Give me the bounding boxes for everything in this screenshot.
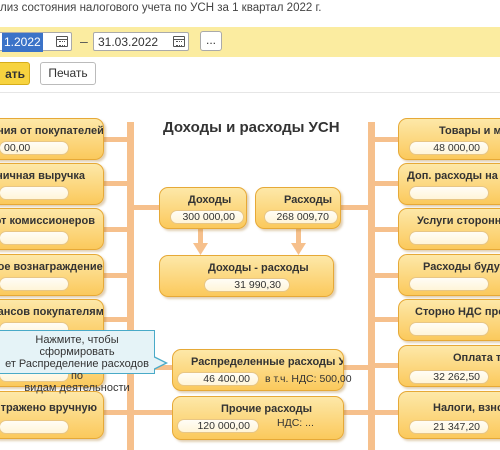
card-label: Распределенные расходы УСН [191, 356, 343, 368]
card-deferred-expenses[interactable]: Расходы будущих [398, 254, 500, 296]
card-label: вансов покупателям [0, 306, 103, 318]
connector [344, 365, 368, 370]
distribution-tooltip: Нажмите, чтобы сформировать ет Распредел… [0, 330, 155, 394]
card-third-party-services[interactable]: Услуги сторонних орг [398, 208, 500, 250]
card-value[interactable] [409, 231, 489, 245]
connector [104, 317, 128, 322]
card-receipts-from-buyers[interactable]: ения от покупателей 00,00 [0, 118, 104, 160]
arrow-down-icon [193, 243, 208, 255]
card-label: Прочие расходы [221, 403, 312, 415]
card-label: Доходы [188, 194, 232, 206]
card-other-expenses[interactable]: Прочие расходы 120 000,00 НДС: ... [172, 396, 344, 440]
card-goods-materials[interactable]: Товары и матер 48 000,00 [398, 118, 500, 160]
card-label: Расходы [284, 194, 333, 206]
connector [104, 137, 128, 142]
card-value[interactable]: 300 000,00 [170, 210, 244, 224]
card-value[interactable]: 21 347,20 [409, 420, 489, 434]
connector [375, 181, 399, 186]
connector [104, 227, 128, 232]
connector [134, 205, 160, 210]
period-end-field[interactable]: 31.03.2022 [93, 32, 189, 51]
card-value[interactable]: 32 262,50 [409, 370, 489, 384]
period-separator: – [80, 33, 88, 49]
card-value[interactable] [0, 277, 69, 291]
card-label: Товары и матер [439, 125, 500, 137]
connector [296, 228, 301, 244]
card-label: Доходы - расходы [208, 262, 309, 274]
card-agent-fee[interactable]: ное вознаграждение [0, 254, 104, 296]
connector [375, 137, 399, 142]
divider [0, 92, 500, 93]
report-subtitle: лиз состояния налогового учета по УСН за… [0, 2, 322, 14]
period-toolbar [0, 27, 500, 57]
connector [375, 227, 399, 232]
tooltip-line: Нажмите, чтобы сформировать [35, 334, 119, 358]
card-label: ения от покупателей [0, 125, 103, 137]
card-label: Услуги сторонних орг [417, 215, 500, 227]
card-value[interactable] [0, 186, 69, 200]
connector [375, 317, 399, 322]
left-bus-line [127, 122, 134, 450]
card-label: Налоги, взносы [433, 402, 500, 414]
card-label: Расходы будущих [423, 261, 500, 273]
card-value[interactable]: 48 000,00 [409, 141, 489, 155]
card-vat-note: НДС: ... [277, 417, 314, 429]
card-vat-reversal[interactable]: Сторно НДС прошлы [398, 299, 500, 341]
connector [198, 228, 203, 244]
calendar-icon[interactable] [56, 36, 68, 47]
card-distributed-expenses[interactable]: Распределенные расходы УСН 46 400,00 в т… [172, 349, 352, 391]
connector [375, 410, 399, 415]
card-label: Доп. расходы на приоб [407, 170, 500, 182]
connector [104, 181, 128, 186]
card-income-minus-expenses[interactable]: Доходы - расходы 31 990,30 [159, 255, 334, 297]
card-payroll[interactable]: Оплата тру 32 262,50 [398, 345, 500, 387]
arrow-down-icon [291, 243, 306, 255]
card-label: ничная выручка [0, 170, 85, 182]
card-vat-note: в т.ч. НДС: 500,00 [265, 373, 352, 385]
card-label: Оплата тру [453, 352, 500, 364]
card-value[interactable]: 00,00 [0, 141, 69, 155]
card-value[interactable]: 31 990,30 [204, 278, 290, 292]
period-select-button[interactable]: ... [200, 31, 222, 51]
period-start-value: 1.2022 [2, 33, 43, 52]
card-label: ное вознаграждение [0, 261, 103, 273]
card-taxes-contributions[interactable]: Налоги, взносы 21 347,20 [398, 391, 500, 439]
generate-button[interactable]: ать [0, 62, 30, 85]
connector [375, 273, 399, 278]
tooltip-pointer-fill [153, 357, 165, 369]
period-start-field[interactable]: 1.2022 [0, 32, 72, 52]
card-from-commissioners[interactable]: от комиссионеров [0, 208, 104, 250]
card-value[interactable] [409, 277, 489, 291]
card-manual-entries[interactable]: тражено вручную [0, 391, 104, 439]
connector [104, 410, 128, 415]
card-expenses[interactable]: Расходы 268 009,70 [255, 187, 341, 229]
connector [344, 410, 368, 415]
card-value[interactable] [0, 420, 69, 434]
card-additional-purchase-costs[interactable]: Доп. расходы на приоб [398, 163, 500, 205]
connector [375, 363, 399, 368]
connector [104, 273, 128, 278]
card-value[interactable]: 46 400,00 [177, 372, 259, 386]
tooltip-line: видам деятельности [24, 382, 130, 394]
card-label: тражено вручную [0, 402, 97, 414]
right-bus-line [368, 122, 375, 450]
print-button[interactable]: Печать [40, 62, 96, 85]
card-label: от комиссионеров [0, 215, 95, 227]
tooltip-line: ет Распределение расходов по [5, 358, 149, 382]
card-retail-revenue[interactable]: ничная выручка [0, 163, 104, 205]
card-value[interactable] [409, 322, 489, 336]
diagram-title: Доходы и расходы УСН [163, 119, 340, 136]
connector [340, 205, 368, 210]
card-value[interactable]: 268 009,70 [264, 210, 338, 224]
calendar-icon[interactable] [173, 36, 185, 47]
card-value[interactable]: 120 000,00 [177, 419, 259, 433]
card-value[interactable] [409, 186, 489, 200]
card-income[interactable]: Доходы 300 000,00 [159, 187, 247, 229]
connector [134, 410, 172, 415]
card-label: Сторно НДС прошлы [415, 306, 500, 318]
card-value[interactable] [0, 231, 69, 245]
period-end-value: 31.03.2022 [98, 35, 159, 49]
